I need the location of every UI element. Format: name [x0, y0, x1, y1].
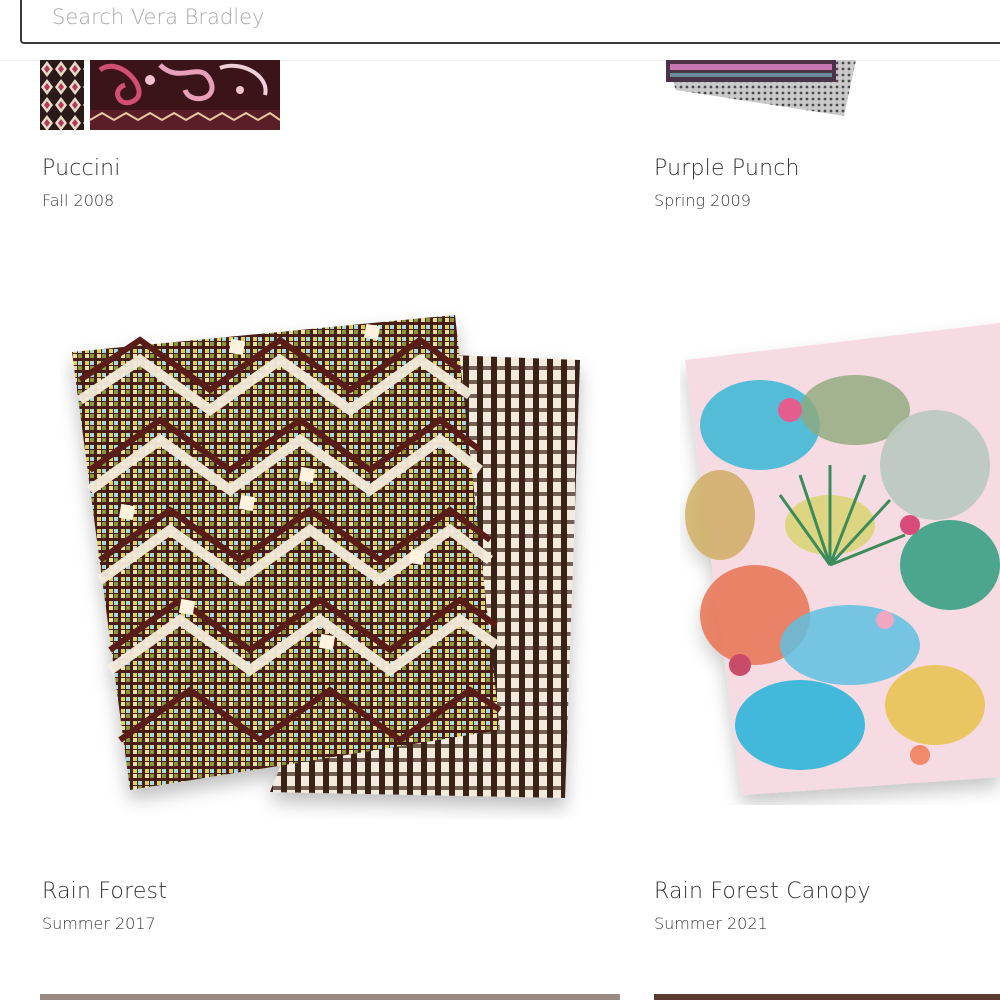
pattern-season-rain-forest-canopy: Summer 2021 — [654, 914, 768, 933]
pattern-image-puccini[interactable] — [40, 60, 282, 132]
pattern-image-rain-forest[interactable] — [60, 300, 600, 820]
pattern-title-rain-forest[interactable]: Rain Forest — [42, 879, 167, 904]
pattern-title-purple-punch[interactable]: Purple Punch — [654, 156, 800, 181]
pattern-title-rain-forest-canopy[interactable]: Rain Forest Canopy — [654, 879, 871, 904]
pattern-season-purple-punch: Spring 2009 — [654, 191, 751, 210]
search-input[interactable] — [52, 2, 952, 32]
next-pattern-image-right[interactable] — [654, 994, 1000, 1000]
pattern-season-rain-forest: Summer 2017 — [42, 914, 156, 933]
pattern-image-purple-punch[interactable] — [666, 60, 860, 120]
pattern-season-puccini: Fall 2008 — [42, 191, 115, 210]
pattern-title-puccini[interactable]: Puccini — [42, 156, 121, 181]
next-pattern-image-left[interactable] — [40, 994, 620, 1000]
pattern-image-rain-forest-canopy[interactable] — [680, 315, 1000, 805]
search-bar[interactable] — [20, 0, 1000, 44]
